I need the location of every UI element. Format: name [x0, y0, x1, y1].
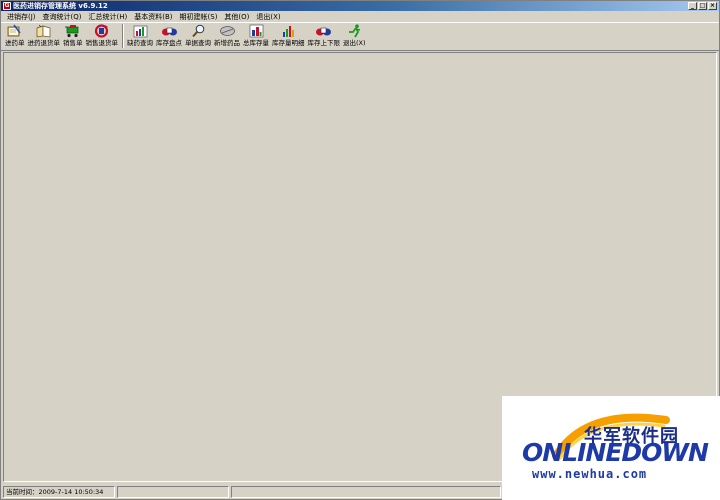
toolbar-total-stock-button[interactable]: 总库存量	[243, 23, 269, 50]
status-panel-2	[117, 486, 229, 498]
toolbar-purchase-return-button[interactable]: 进药退货单	[27, 23, 61, 50]
toolbar-exit-button[interactable]: 退出(X)	[343, 23, 366, 50]
cart-icon	[64, 24, 81, 38]
boxes-icon	[161, 24, 178, 38]
toolbar-label: 新增药品	[214, 39, 240, 47]
toolbar-label: 退出(X)	[343, 39, 366, 47]
menu-exit[interactable]: 退出(X)	[254, 11, 285, 23]
maximize-button[interactable]: □	[698, 2, 707, 10]
minimize-button[interactable]: _	[688, 2, 697, 10]
watermark: 华军软件园 ONLINEDOWN www.newhua.com	[502, 396, 720, 500]
chart-icon	[132, 24, 149, 38]
toolbar-stock-limits-button[interactable]: 库存上下限	[307, 23, 341, 50]
status-time-label: 当前时间：	[6, 488, 39, 496]
menu-basic-data[interactable]: 基本资料(B)	[132, 11, 177, 23]
toolbar-label: 进药退货单	[27, 39, 61, 47]
stock-chart-icon	[248, 24, 265, 38]
menu-query-stats[interactable]: 查询统计(Q)	[41, 11, 87, 23]
running-man-icon	[346, 24, 363, 38]
return-arrow-icon	[93, 24, 110, 38]
menu-summary-stats[interactable]: 汇总统计(H)	[87, 11, 133, 23]
menu-bar: 进销存(J) 查询统计(Q) 汇总统计(H) 基本资料(B) 期初建帐(S) 其…	[1, 11, 719, 23]
toolbar-label: 缺药查询	[127, 39, 153, 47]
menu-opening-accounts[interactable]: 期初建帐(S)	[178, 11, 223, 23]
status-panel-3	[231, 486, 501, 498]
title-bar[interactable]: G 医药进销存管理系统 v6.9.12 _ □ ×	[1, 1, 719, 11]
toolbar-stock-detail-button[interactable]: 库存量明细	[272, 23, 305, 50]
toolbar-label: 库存盘点	[156, 39, 182, 47]
toolbar-label: 库存量明细	[272, 39, 305, 47]
magnifier-icon	[190, 24, 207, 38]
status-time-panel: 当前时间：2009-7-14 10:50:34	[3, 486, 115, 498]
menu-jinxiaocun[interactable]: 进销存(J)	[5, 11, 41, 23]
toolbar-inventory-count-button[interactable]: 库存盘点	[156, 23, 182, 50]
toolbar-label: 进药单	[5, 39, 25, 47]
toolbar-add-medicine-button[interactable]: 新增药品	[214, 23, 240, 50]
toolbar-sales-order-button[interactable]: 销售单	[63, 23, 83, 50]
toolbar-separator	[122, 24, 124, 48]
menu-other[interactable]: 其他(O)	[222, 11, 254, 23]
toolbar-label: 总库存量	[243, 39, 269, 47]
toolbar-label: 销售单	[63, 39, 83, 47]
app-icon[interactable]: G	[3, 2, 11, 10]
toolbar-purchase-order-button[interactable]: 进药单	[5, 23, 25, 50]
toolbar-label: 销售退货单	[85, 39, 119, 47]
notebook-pen-icon	[6, 24, 23, 38]
toolbar-sales-return-button[interactable]: 销售退货单	[85, 23, 119, 50]
toolbar-label: 库存上下限	[307, 39, 341, 47]
window-title: 医药进销存管理系统 v6.9.12	[13, 2, 108, 10]
bar-chart-icon	[280, 24, 297, 38]
toolbar-shortage-query-button[interactable]: 缺药查询	[127, 23, 153, 50]
toolbar-label: 单据查询	[185, 39, 211, 47]
toolbar-document-query-button[interactable]: 单据查询	[185, 23, 211, 50]
toolbar: 进药单 进药退货单 销售单 销售退货单 缺药查询 库存盘点 单据查询 新增药品 …	[1, 23, 719, 51]
close-button[interactable]: ×	[708, 2, 717, 10]
open-book-icon	[35, 24, 52, 38]
watermark-en: ONLINEDOWN	[522, 438, 709, 467]
status-time-value: 2009-7-14 10:50:34	[38, 488, 104, 496]
boxes-icon	[315, 24, 332, 38]
pill-icon	[219, 24, 236, 38]
watermark-url: www.newhua.com	[532, 467, 648, 481]
